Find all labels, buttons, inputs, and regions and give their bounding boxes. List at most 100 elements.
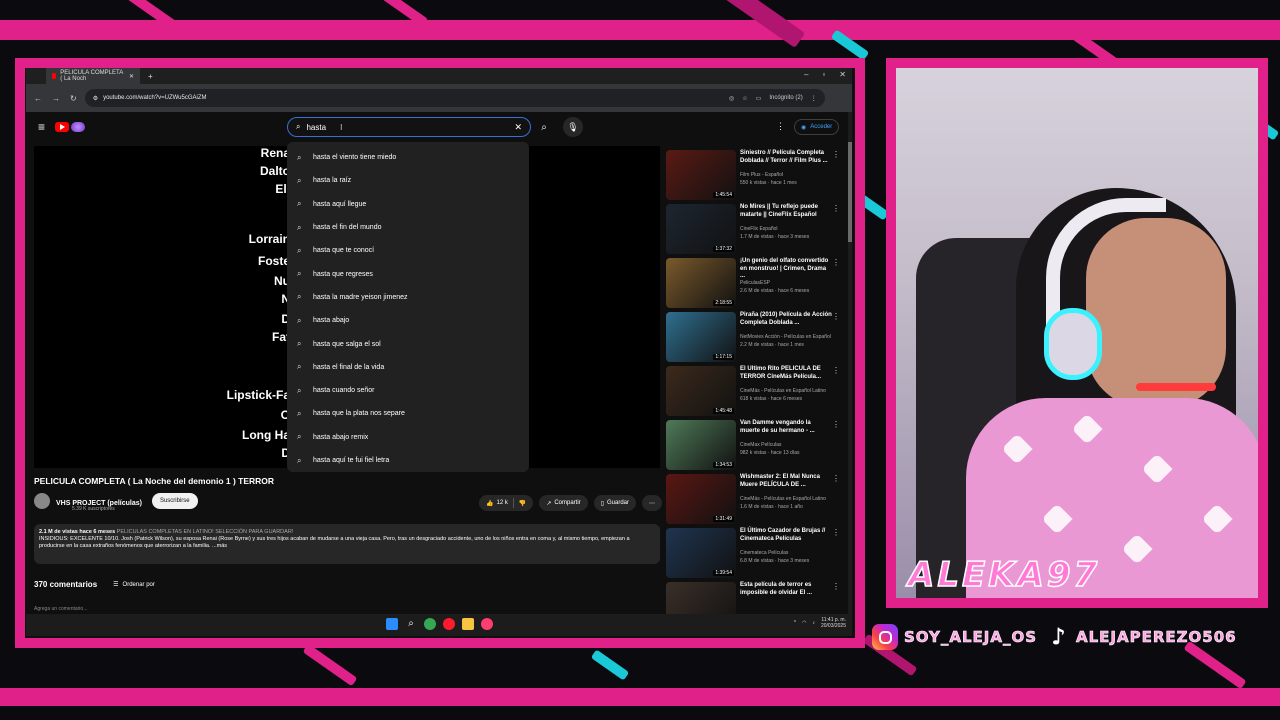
recommended-video[interactable]: 1:39:54 El Último Cazador de Brujas // Ci… bbox=[666, 528, 846, 580]
add-comment-input[interactable]: Agrega un comentario... bbox=[34, 606, 87, 612]
close-tab-icon[interactable]: ✕ bbox=[129, 73, 134, 80]
youtube-logo[interactable] bbox=[55, 122, 70, 132]
recommended-channel[interactable]: CineFlix Español bbox=[740, 226, 838, 232]
sort-comments-button[interactable]: ☰ Ordenar por bbox=[113, 581, 155, 589]
subscribe-button[interactable]: Suscribirse bbox=[151, 493, 198, 509]
volume-icon[interactable]: ♪ bbox=[812, 620, 815, 626]
recommended-title[interactable]: ¡Un genio del olfato convertido en monst… bbox=[740, 258, 832, 281]
recommended-channel[interactable]: PeliculasESP bbox=[740, 280, 838, 286]
like-button[interactable]: 👍 12 k 👎 bbox=[479, 495, 534, 511]
search-suggestion[interactable]: ⌕ hasta el final de la vida bbox=[287, 356, 529, 379]
recommended-title[interactable]: El Ultimo Rito PELICULA DE TERROR CineMá… bbox=[740, 366, 832, 381]
search-suggestion[interactable]: ⌕ hasta abajo bbox=[287, 309, 529, 332]
opera-icon[interactable] bbox=[443, 618, 455, 630]
search-suggestion[interactable]: ⌕ hasta aquí llegue bbox=[287, 193, 529, 216]
recommended-video[interactable]: 1:45:48 El Ultimo Rito PELICULA DE TERROR… bbox=[666, 366, 846, 418]
more-options-icon[interactable]: ⋮ bbox=[832, 474, 840, 483]
more-options-icon[interactable]: ⋮ bbox=[832, 528, 840, 537]
hamburger-menu-icon[interactable]: ≡ bbox=[38, 120, 45, 134]
thumbs-down-icon[interactable]: 👎 bbox=[519, 500, 526, 507]
app-icon[interactable] bbox=[481, 618, 493, 630]
sign-in-button[interactable]: ◉ Acceder bbox=[794, 119, 840, 135]
search-suggestion[interactable]: ⌕ hasta aquí te fui fiel letra bbox=[287, 449, 529, 472]
video-description[interactable]: 2.1 M de vistas hace 6 meses PELICULAS C… bbox=[34, 524, 660, 564]
recommended-video[interactable]: 1:31:49 Wishmaster 2: El Mal Nunca Muere … bbox=[666, 474, 846, 526]
recommended-title[interactable]: El Último Cazador de Brujas // Cinematec… bbox=[740, 528, 832, 543]
more-options-icon[interactable]: ⋮ bbox=[832, 366, 840, 375]
video-thumbnail[interactable]: 1:37:32 bbox=[666, 204, 736, 254]
incognito-label[interactable]: Incógnito (2) bbox=[769, 95, 802, 101]
chrome-icon[interactable] bbox=[424, 618, 436, 630]
video-thumbnail[interactable]: 1:17:15 bbox=[666, 312, 736, 362]
youtube-doodle-icon[interactable] bbox=[71, 122, 86, 132]
eye-off-icon[interactable]: ◎ bbox=[729, 95, 734, 102]
more-options-icon[interactable]: ⋮ bbox=[832, 420, 840, 429]
recommended-title[interactable]: Siniestro // Película Completa Doblada /… bbox=[740, 150, 832, 165]
maximize-icon[interactable]: ▫ bbox=[822, 70, 825, 79]
more-options-icon[interactable]: ⋮ bbox=[832, 312, 840, 321]
video-thumbnail[interactable]: 1:31:49 bbox=[666, 474, 736, 524]
share-button[interactable]: ↗ Compartir bbox=[539, 495, 588, 511]
video-thumbnail[interactable]: 1:39:54 bbox=[666, 528, 736, 578]
forward-icon[interactable]: → bbox=[52, 94, 60, 103]
site-info-icon[interactable]: ⚙ bbox=[93, 95, 98, 102]
search-suggestion[interactable]: ⌕ hasta el viento tiene miedo bbox=[287, 146, 529, 169]
channel-avatar[interactable] bbox=[34, 493, 50, 509]
more-options-icon[interactable]: ⋮ bbox=[832, 150, 840, 159]
minimize-icon[interactable]: – bbox=[804, 70, 808, 79]
recommended-channel[interactable]: CineMax Películas bbox=[740, 442, 838, 448]
more-options-icon[interactable]: ⋮ bbox=[832, 204, 840, 213]
video-thumbnail[interactable]: 1:45:54 bbox=[666, 150, 736, 200]
clear-search-icon[interactable]: ✕ bbox=[514, 122, 522, 133]
cast-icon[interactable]: ▭ bbox=[756, 95, 762, 102]
search-suggestion[interactable]: ⌕ hasta la madre yeison jimenez bbox=[287, 286, 529, 309]
menu-icon[interactable]: ⋮ bbox=[811, 95, 817, 102]
reload-icon[interactable]: ↻ bbox=[70, 94, 77, 103]
chevron-up-icon[interactable]: ^ bbox=[794, 620, 796, 626]
save-button[interactable]: ▯ Guardar bbox=[593, 495, 637, 511]
recommended-channel[interactable]: CineMás - Películas en Español Latino bbox=[740, 496, 838, 502]
search-suggestion[interactable]: ⌕ hasta que regreses bbox=[287, 262, 529, 285]
back-icon[interactable]: ← bbox=[34, 94, 42, 103]
recommended-video[interactable]: 1:45:54 Siniestro // Película Completa Do… bbox=[666, 150, 846, 202]
search-icon[interactable]: ⌕ bbox=[405, 618, 417, 630]
recommended-title[interactable]: Esta película de terror es imposible de … bbox=[740, 582, 832, 597]
close-window-icon[interactable]: ✕ bbox=[839, 70, 846, 79]
recommended-video[interactable]: 2:18:55 ¡Un genio del olfato convertido e… bbox=[666, 258, 846, 310]
more-options-icon[interactable]: ⋮ bbox=[832, 258, 840, 267]
search-input[interactable]: ⌕ hasta I ✕ bbox=[287, 117, 531, 137]
recommended-title[interactable]: No Mires || Tu reflejo puede matarte || … bbox=[740, 204, 832, 219]
search-button[interactable]: ⌕ bbox=[531, 117, 557, 137]
clock[interactable]: 11:41 p. m. 20/03/2025 bbox=[821, 617, 846, 629]
recommended-channel[interactable]: Film Plus - Español bbox=[740, 172, 838, 178]
search-suggestion[interactable]: ⌕ hasta que te conocí bbox=[287, 239, 529, 262]
search-suggestion[interactable]: ⌕ hasta cuando señor bbox=[287, 379, 529, 402]
more-options-icon[interactable]: ⋮ bbox=[832, 582, 840, 591]
browser-tab[interactable]: PELICULA COMPLETA ( La Noch ✕ bbox=[46, 68, 140, 84]
search-suggestion[interactable]: ⌕ hasta que la plata nos separe bbox=[287, 402, 529, 425]
video-thumbnail[interactable]: 1:34:53 bbox=[666, 420, 736, 470]
video-thumbnail[interactable]: 2:18:55 bbox=[666, 258, 736, 308]
search-suggestion[interactable]: ⌕ hasta que salga el sol bbox=[287, 332, 529, 355]
search-suggestion[interactable]: ⌕ hasta el fin del mundo bbox=[287, 216, 529, 239]
recommended-title[interactable]: Van Damme vengando la muerte de su herma… bbox=[740, 420, 832, 435]
wifi-icon[interactable]: ◠ bbox=[802, 620, 806, 626]
recommended-title[interactable]: Piraña (2010) Película de Acción Complet… bbox=[740, 312, 832, 327]
search-suggestion[interactable]: ⌕ hasta abajo remix bbox=[287, 426, 529, 449]
recommended-channel[interactable]: CineMás - Películas en Español Latino bbox=[740, 388, 838, 394]
recommended-channel[interactable]: Cinemateca Películas bbox=[740, 550, 838, 556]
video-thumbnail[interactable]: 1:45:48 bbox=[666, 366, 736, 416]
recommended-title[interactable]: Wishmaster 2: El Mal Nunca Muere PELÍCUL… bbox=[740, 474, 832, 489]
file-explorer-icon[interactable] bbox=[462, 618, 474, 630]
more-actions-button[interactable]: ⋯ bbox=[642, 495, 663, 511]
scrollbar[interactable] bbox=[848, 112, 852, 636]
settings-menu-icon[interactable]: ⋮ bbox=[776, 121, 785, 132]
voice-search-button[interactable]: 🎙 bbox=[563, 117, 583, 137]
new-tab-icon[interactable]: + bbox=[148, 72, 153, 81]
address-bar[interactable]: ⚙ youtube.com/watch?v=UZWu5cGAiZM ◎ ☆ ▭ … bbox=[84, 89, 825, 107]
recommended-video[interactable]: 1:37:32 No Mires || Tu reflejo puede mata… bbox=[666, 204, 846, 256]
windows-start-icon[interactable] bbox=[386, 618, 398, 630]
star-icon[interactable]: ☆ bbox=[742, 95, 747, 102]
recommended-video[interactable]: 1:34:53 Van Damme vengando la muerte de s… bbox=[666, 420, 846, 472]
scrollbar-thumb[interactable] bbox=[848, 142, 852, 242]
